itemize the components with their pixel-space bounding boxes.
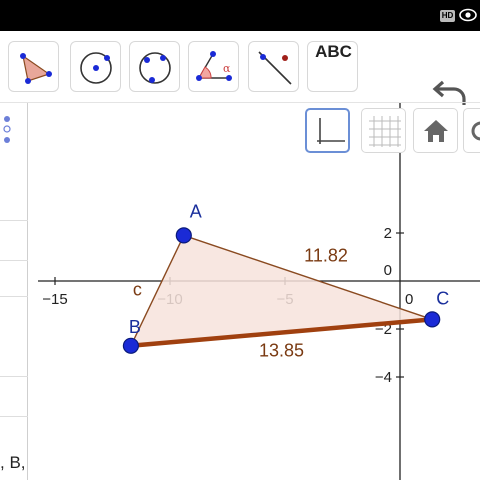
- graphics-style-bar: [303, 108, 480, 155]
- x-tick-label: −15: [42, 291, 67, 308]
- algebra-input-text[interactable]: , B,: [0, 453, 26, 472]
- algebra-view[interactable]: [0, 103, 28, 480]
- hd-badge: HD: [440, 10, 455, 22]
- circle-center-icon: [80, 52, 112, 84]
- home-icon: [424, 120, 448, 142]
- circle-center-point-tool[interactable]: [70, 41, 121, 92]
- angle-tool[interactable]: α: [188, 41, 239, 92]
- point-C[interactable]: [424, 311, 441, 328]
- angle-glyph: α: [223, 62, 231, 75]
- point-label-B: B: [129, 317, 141, 337]
- line-icon: [258, 51, 292, 85]
- status-bar: HD: [0, 0, 480, 31]
- circle-three-points-icon: [139, 52, 171, 84]
- grid-icon: [369, 116, 401, 147]
- axes-icon: [317, 118, 345, 144]
- point-label-C: C: [436, 288, 449, 308]
- menu-dots-icon[interactable]: [2, 115, 12, 147]
- graphics-view[interactable]: −15−10−502−2−4013.8511.82cABC: [28, 103, 480, 480]
- polygon-tool[interactable]: [8, 41, 59, 92]
- row-divider: [0, 260, 28, 261]
- toolbar: α ABC: [0, 31, 480, 105]
- x-tick-label: 0: [405, 291, 413, 308]
- graph-canvas[interactable]: −15−10−502−2−4013.8511.82cABC: [28, 103, 480, 480]
- row-divider: [0, 376, 28, 377]
- text-tool[interactable]: ABC: [307, 41, 358, 92]
- circle-three-points-tool[interactable]: [129, 41, 180, 92]
- polygon-icon: [20, 53, 52, 84]
- row-divider: [0, 220, 28, 221]
- home-button[interactable]: [413, 108, 458, 153]
- segment-label-c: c: [133, 280, 142, 300]
- y-tick-label: 2: [384, 225, 392, 242]
- y-tick-label: −4: [375, 369, 392, 386]
- text-tool-label: ABC: [315, 42, 352, 61]
- circle-icon: [471, 121, 480, 141]
- eye-icon: [459, 8, 477, 22]
- angle-icon: α: [196, 51, 232, 81]
- point-A[interactable]: [175, 227, 192, 244]
- origin-label: 0: [384, 262, 392, 279]
- axes-toggle[interactable]: [305, 108, 350, 153]
- point-B[interactable]: [122, 337, 140, 354]
- more-button[interactable]: [463, 108, 480, 153]
- line-tool[interactable]: [248, 41, 299, 92]
- row-divider: [0, 296, 28, 297]
- segment-label-a: 13.85: [259, 341, 304, 361]
- grid-toggle[interactable]: [361, 108, 406, 153]
- segment-label-b: 11.82: [304, 245, 348, 265]
- point-label-A: A: [190, 201, 202, 221]
- row-divider: [0, 416, 28, 417]
